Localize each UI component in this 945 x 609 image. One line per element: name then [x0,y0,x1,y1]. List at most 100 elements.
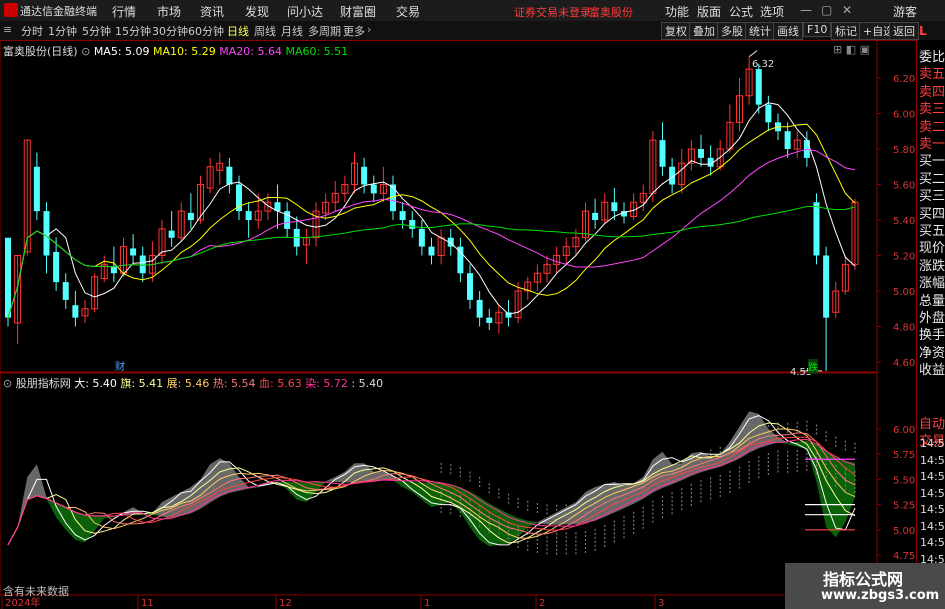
side-item-15[interactable]: 外盘 [919,307,945,326]
btn-back[interactable]: 返回 [889,22,919,40]
candle-body-81 [784,131,791,149]
side-item-13[interactable]: 涨幅 [919,272,945,291]
candle-body-43 [418,228,425,247]
side-item-3[interactable]: 卖三 [919,98,945,117]
minimize-icon[interactable]: — [800,3,812,17]
side-item-1[interactable]: 卖五 [919,63,945,82]
side-item-10[interactable]: 买五 [919,220,945,239]
ma5-line [7,102,856,318]
side-item-9[interactable]: 买四 [919,203,945,222]
period-60min[interactable]: 60分钟 [188,23,224,39]
period-1min[interactable]: 1分钟 [48,23,77,39]
trade-time-2: 14:56 [920,470,945,483]
candle-body-5 [53,251,60,283]
main-axis-label-3: 5.60 [893,181,915,192]
marker-die[interactable]: 跌 [808,359,818,374]
side-item-18[interactable]: 收益 [919,359,945,378]
menu-faxian[interactable]: 发现 [245,3,269,20]
menu-xuanxiang[interactable]: 选项 [760,3,784,20]
menu-gongneng[interactable]: 功能 [665,3,689,20]
btn-huaxian[interactable]: 画线 [773,22,803,40]
ma20-line [7,148,856,318]
candle-body-38 [370,184,377,194]
btn-diejia[interactable]: 叠加 [689,22,719,40]
side-item-7[interactable]: 买二 [919,168,945,187]
maximize-icon[interactable]: ▢ [821,3,832,17]
trade-time-1: 14:56 [920,453,945,467]
x-axis-label-1: 11 [141,598,154,609]
side-item-17[interactable]: 净资 [919,342,945,361]
side-item-14[interactable]: 总量 [919,290,945,309]
side-item-6[interactable]: 买一 [919,150,945,169]
menu-caifuquan[interactable]: 财富圈 [340,3,376,20]
btn-fuquan[interactable]: 复权 [661,22,691,40]
legend-xue: 血: 5.63 [259,377,302,390]
period-multi[interactable]: 多周期 [308,23,341,39]
future-data-note: 含有未来数据 [3,585,69,598]
menu-jiaoyi[interactable]: 交易 [396,3,420,20]
marker-cai[interactable]: 财 [115,358,125,373]
period-5min[interactable]: 5分钟 [82,23,111,39]
side-item-4[interactable]: 卖二 [919,116,945,135]
side-item-11[interactable]: 现价 [919,237,945,256]
btn-biaoji[interactable]: 标记 [831,22,861,40]
candle-body-42 [409,220,416,229]
indicator-toggle-icon[interactable]: ⊙ [3,377,12,390]
indicator-name: 股朋指标网 [15,377,71,390]
main-axis-label-2: 5.80 [893,145,915,156]
period-15min[interactable]: 15分钟 [115,23,151,39]
btn-tongji[interactable]: 统计 [745,22,775,40]
ind-axis-label-5: 4.75 [893,551,915,562]
period-fenshi[interactable]: 分时 [21,23,43,39]
guest-label[interactable]: 游客 [893,3,917,20]
side-item-16[interactable]: 换手 [919,324,945,343]
candle-body-61 [592,212,599,220]
main-axis-label-5: 5.20 [893,252,915,263]
main-chart-frame [0,40,878,373]
menu-wenxiaoda[interactable]: 问小达 [287,3,323,20]
candle-body-50 [486,317,493,323]
side-item-0[interactable]: 委比 [919,46,945,65]
side-item-12[interactable]: 涨跌 [919,255,945,274]
candle-body-6 [62,282,69,300]
trade-time-0: 14:56 [920,437,945,450]
period-toolbar: ≡ 分时 1分钟 5分钟 15分钟 30分钟 60分钟 日线 周线 月线 多周期… [0,21,945,41]
menu-hangqing[interactable]: 行情 [112,3,136,20]
period-weekly[interactable]: 周线 [254,23,276,39]
main-axis-label-1: 6.00 [893,110,915,121]
side-item-8[interactable]: 买三 [919,185,945,204]
app-logo-icon [4,3,18,17]
period-30min[interactable]: 30分钟 [152,23,188,39]
kline-chart[interactable]: 6.20 6.00 5.80 5.60 5.40 5.20 5.00 4.80 4.60 6.00… [0,40,916,609]
close-icon[interactable]: ✕ [842,3,852,17]
btn-duogu[interactable]: 多股 [717,22,747,40]
btn-f10[interactable]: F10 [803,22,832,37]
login-notice[interactable]: 证券交易未登录 [514,4,591,20]
candle-body-84 [813,202,820,256]
menu-banmian[interactable]: 版面 [697,3,721,20]
ind-axis-label-4: 5.00 [893,526,915,537]
app-title: 通达信金融终端 [20,5,97,18]
period-monthly[interactable]: 月线 [281,23,303,39]
side-item-5[interactable]: 卖一 [919,133,945,152]
period-more[interactable]: 更多 [343,23,365,39]
chevron-right-icon[interactable]: › [367,23,371,36]
side-item-2[interactable]: 卖四 [919,81,945,100]
legend-da: 大: 5.40 [74,377,117,390]
main-axis-label-4: 5.40 [893,216,915,227]
side-l-icon[interactable]: L [919,24,927,38]
main-axis-label-8: 4.60 [893,358,915,369]
toolbar-menu-icon[interactable]: ≡ [3,23,12,36]
main-axis-label-7: 4.80 [893,323,915,334]
menu-gongshi[interactable]: 公式 [729,3,753,20]
menu-zixun[interactable]: 资讯 [200,3,224,20]
period-daily[interactable]: 日线 [227,23,249,39]
trade-time-6: 14:56 [920,536,945,549]
watermark-url: www.zbgs3.com [821,588,940,603]
menu-shichang[interactable]: 市场 [157,3,181,20]
candle-body-48 [467,273,473,300]
candle-body-49 [476,299,483,318]
candle-body-3 [33,166,40,212]
legend-last: : 5.40 [351,377,384,390]
candle-body-19 [187,212,194,220]
